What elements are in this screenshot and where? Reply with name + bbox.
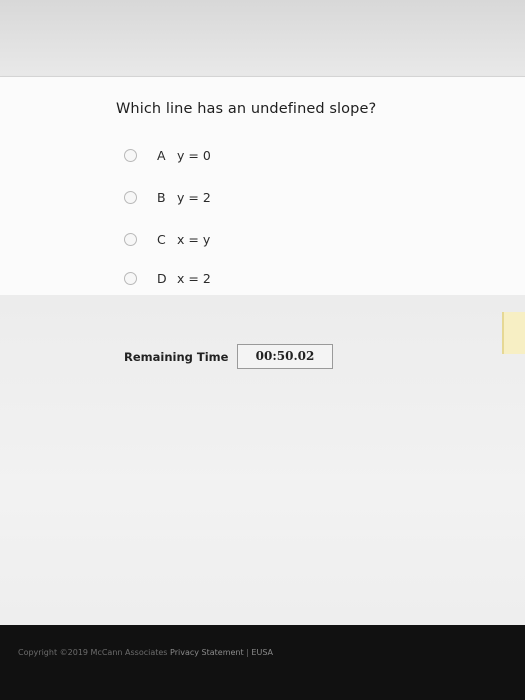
option-c[interactable]: C x = y — [124, 228, 210, 250]
option-letter: C — [157, 231, 166, 247]
option-letter: A — [157, 147, 166, 163]
option-text: y = 2 — [177, 189, 211, 205]
option-text: x = 2 — [177, 270, 211, 286]
option-b[interactable]: B y = 2 — [124, 186, 211, 208]
option-letter: D — [157, 270, 167, 286]
option-d[interactable]: D x = 2 — [124, 267, 211, 289]
option-text: y = 0 — [177, 147, 211, 163]
remaining-time-label: Remaining Time — [124, 350, 229, 364]
radio-button-icon[interactable] — [124, 190, 137, 204]
timer-display: 00:50.02 — [237, 344, 333, 369]
footer-separator: | — [246, 648, 249, 657]
footer: Copyright ©2019 McCann Associates Privac… — [0, 625, 525, 700]
question-text: Which line has an undefined slope? — [116, 101, 377, 117]
radio-button-icon[interactable] — [124, 232, 137, 246]
footer-text: Copyright ©2019 McCann Associates Privac… — [18, 648, 273, 657]
copyright-text: Copyright ©2019 McCann Associates — [18, 648, 168, 657]
top-header-area — [0, 0, 525, 78]
radio-button-icon[interactable] — [124, 148, 137, 162]
radio-button-icon[interactable] — [124, 271, 137, 285]
option-letter: B — [157, 189, 166, 205]
option-a[interactable]: A y = 0 — [124, 144, 211, 166]
option-text: x = y — [177, 231, 211, 247]
side-tab[interactable] — [502, 312, 525, 354]
question-card: Which line has an undefined slope? A y =… — [0, 76, 525, 296]
privacy-statement-link[interactable]: Privacy Statement — [170, 648, 244, 657]
eusa-link[interactable]: EUSA — [251, 648, 273, 657]
